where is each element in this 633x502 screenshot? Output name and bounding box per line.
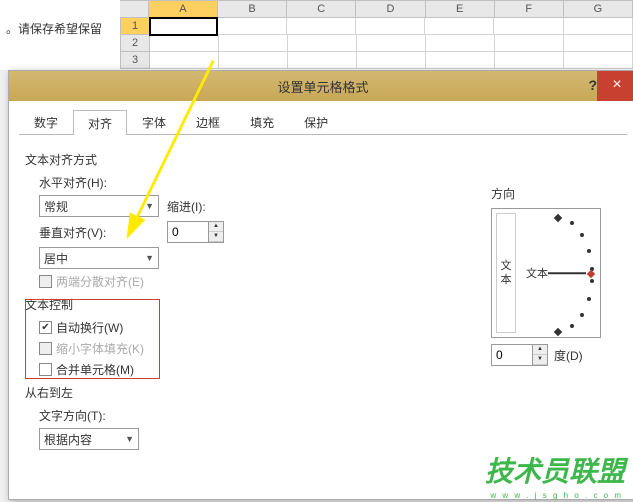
col-header-f[interactable]: F — [495, 1, 564, 17]
v-align-label: 垂直对齐(V): — [39, 224, 159, 241]
vertical-text-button[interactable]: 文本 — [496, 213, 516, 333]
chevron-down-icon: ▼ — [125, 434, 134, 444]
spin-up-icon[interactable]: ▲ — [209, 222, 223, 232]
indent-label: 缩进(I): — [167, 198, 206, 215]
v-align-dropdown[interactable]: 居中 ▼ — [39, 247, 159, 269]
col-header-c[interactable]: C — [287, 1, 356, 17]
text-dir-dropdown[interactable]: 根据内容 ▼ — [39, 428, 139, 450]
degree-input[interactable] — [492, 348, 532, 362]
spin-up-icon[interactable]: ▲ — [533, 345, 547, 355]
text-align-label: 文本对齐方式 — [25, 151, 621, 168]
close-icon[interactable]: × — [597, 71, 633, 101]
shrink-label: 缩小字体填充(K) — [56, 340, 144, 357]
row-header-3[interactable]: 3 — [120, 52, 150, 69]
format-cells-dialog: 设置单元格格式 ? × 数字 对齐 字体 边框 填充 保护 文本对齐方式 水平对… — [8, 70, 633, 500]
direction-label: 方向 — [491, 185, 611, 202]
orientation-dial[interactable]: 文本 — [522, 213, 596, 333]
dialog-titlebar[interactable]: 设置单元格格式 ? × — [9, 71, 633, 101]
column-headers: A B C D E F G — [120, 0, 633, 18]
h-align-dropdown[interactable]: 常规 ▼ — [39, 195, 159, 217]
tab-fill[interactable]: 填充 — [235, 109, 289, 134]
tab-protection[interactable]: 保护 — [289, 109, 343, 134]
tab-strip: 数字 对齐 字体 边框 填充 保护 — [19, 109, 627, 135]
tab-number[interactable]: 数字 — [19, 109, 73, 134]
justify-dist-label: 两端分散对齐(E) — [56, 273, 144, 290]
row-header-1[interactable]: 1 — [120, 18, 150, 35]
orientation-box[interactable]: 文本 文本 — [491, 208, 601, 338]
tab-alignment[interactable]: 对齐 — [73, 110, 127, 135]
cell-a1[interactable] — [149, 17, 218, 36]
tab-font[interactable]: 字体 — [127, 109, 181, 134]
shrink-checkbox — [39, 342, 52, 355]
chevron-down-icon: ▼ — [145, 253, 154, 263]
dialog-title: 设置单元格格式 — [277, 77, 368, 96]
row-header-2[interactable]: 2 — [120, 35, 150, 52]
degree-label: 度(D) — [554, 347, 583, 364]
grid[interactable] — [150, 18, 633, 69]
direction-panel: 方向 文本 文本 — [491, 185, 611, 366]
watermark-url: w w w . j s g h o . c o m — [490, 491, 623, 500]
indent-input[interactable] — [168, 225, 208, 239]
col-header-e[interactable]: E — [426, 1, 495, 17]
col-header-d[interactable]: D — [356, 1, 425, 17]
dialog-body: 文本对齐方式 水平对齐(H): 常规 ▼ 缩进(I): 垂直对齐(V): ▲▼ … — [9, 135, 633, 464]
col-header-a[interactable]: A — [149, 1, 218, 17]
tab-border[interactable]: 边框 — [181, 109, 235, 134]
spreadsheet-area: 。请保存希望保留 A B C D E F G 1 2 3 — [0, 0, 633, 70]
merge-checkbox[interactable] — [39, 363, 52, 376]
degree-spinner[interactable]: ▲▼ — [491, 344, 548, 366]
watermark: 技术员联盟 — [485, 450, 625, 490]
h-align-label: 水平对齐(H): — [39, 174, 107, 191]
wrap-label: 自动换行(W) — [56, 319, 123, 336]
hint-text: 。请保存希望保留 — [6, 20, 102, 37]
justify-dist-checkbox — [39, 275, 52, 288]
spin-down-icon[interactable]: ▼ — [209, 232, 223, 242]
help-icon[interactable]: ? — [588, 77, 597, 93]
rtl-label: 从右到左 — [25, 384, 621, 401]
indent-spinner[interactable]: ▲▼ — [167, 221, 224, 243]
chevron-down-icon: ▼ — [145, 201, 154, 211]
merge-label: 合并单元格(M) — [56, 361, 134, 378]
text-dir-label: 文字方向(T): — [39, 407, 106, 424]
col-header-g[interactable]: G — [564, 1, 633, 17]
col-header-b[interactable]: B — [218, 1, 287, 17]
wrap-checkbox[interactable]: ✔ — [39, 321, 52, 334]
row-headers: 1 2 3 — [120, 18, 150, 69]
spin-down-icon[interactable]: ▼ — [533, 355, 547, 365]
